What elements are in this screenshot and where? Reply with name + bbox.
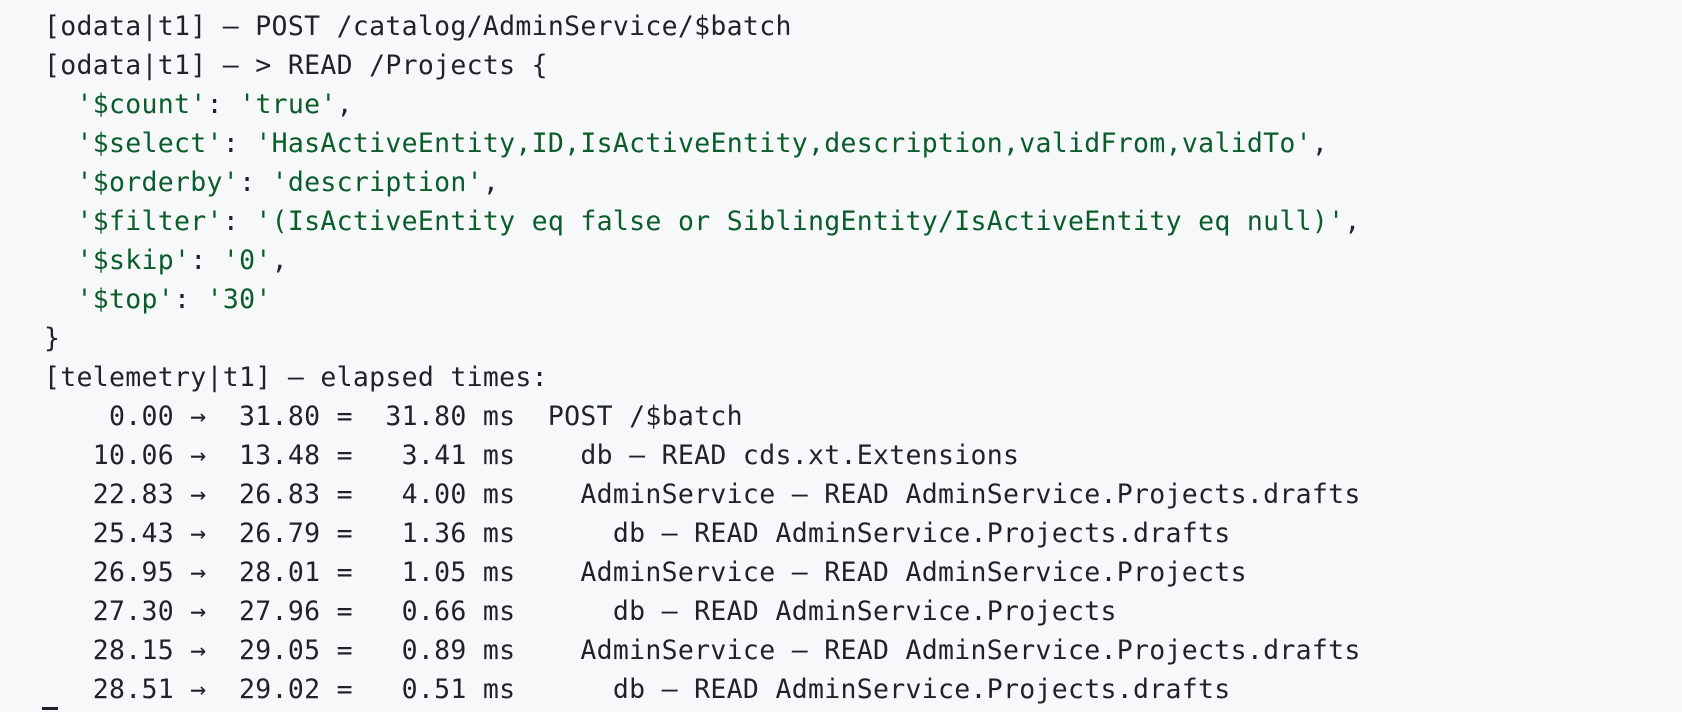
param-value: '30' — [206, 284, 272, 315]
param-key: '$orderby' — [76, 167, 240, 198]
param-separator: , — [271, 245, 288, 276]
param-key: '$top' — [76, 284, 175, 315]
terminal-output: [odata|t1] – POST /catalog/AdminService/… — [0, 0, 1682, 712]
param-key: '$skip' — [76, 245, 191, 276]
param-separator: , — [336, 89, 353, 120]
query-param-skip: '$skip': '0', — [76, 245, 288, 276]
timing-row: 10.06 → 13.48 = 3.41 ms db – READ cds.xt… — [44, 440, 1020, 471]
param-value: '(IsActiveEntity eq false or SiblingEnti… — [255, 206, 1345, 237]
query-param-filter: '$filter': '(IsActiveEntity eq false or … — [76, 206, 1361, 237]
timing-row: 28.51 → 29.02 = 0.51 ms db – READ AdminS… — [44, 674, 1231, 705]
log-line-batch-request: [odata|t1] – POST /catalog/AdminService/… — [44, 11, 792, 42]
param-value: 'true' — [239, 89, 337, 120]
query-param-select: '$select': 'HasActiveEntity,ID,IsActiveE… — [76, 128, 1329, 159]
query-param-top: '$top': '30' — [76, 284, 272, 315]
param-key: '$filter' — [76, 206, 223, 237]
param-key: '$count' — [76, 89, 207, 120]
timing-row: 25.43 → 26.79 = 1.36 ms db – READ AdminS… — [44, 518, 1231, 549]
timing-row: 27.30 → 27.96 = 0.66 ms db – READ AdminS… — [44, 596, 1117, 627]
timing-row: 22.83 → 26.83 = 4.00 ms AdminService – R… — [44, 479, 1361, 510]
log-line-read-request: [odata|t1] – > READ /Projects { — [44, 50, 548, 81]
param-separator: , — [482, 167, 500, 198]
param-value: 'description' — [271, 167, 483, 198]
terminal-cursor — [42, 707, 58, 710]
param-value: '0' — [222, 245, 272, 276]
timing-row: 28.15 → 29.05 = 0.89 ms AdminService – R… — [44, 635, 1361, 666]
query-param-count: '$count': 'true', — [76, 89, 353, 120]
timing-row: 0.00 → 31.80 = 31.80 ms POST /$batch — [44, 401, 743, 432]
param-separator: , — [1344, 206, 1361, 237]
timing-row: 26.95 → 28.01 = 1.05 ms AdminService – R… — [44, 557, 1247, 588]
log-line-telemetry-header: [telemetry|t1] – elapsed times: — [44, 362, 548, 393]
log-line-close-brace: } — [44, 323, 61, 354]
query-param-orderby: '$orderby': 'description', — [76, 167, 500, 198]
param-key: '$select' — [76, 128, 223, 159]
param-separator: , — [1311, 128, 1329, 159]
param-value: 'HasActiveEntity,ID,IsActiveEntity,descr… — [255, 128, 1312, 159]
